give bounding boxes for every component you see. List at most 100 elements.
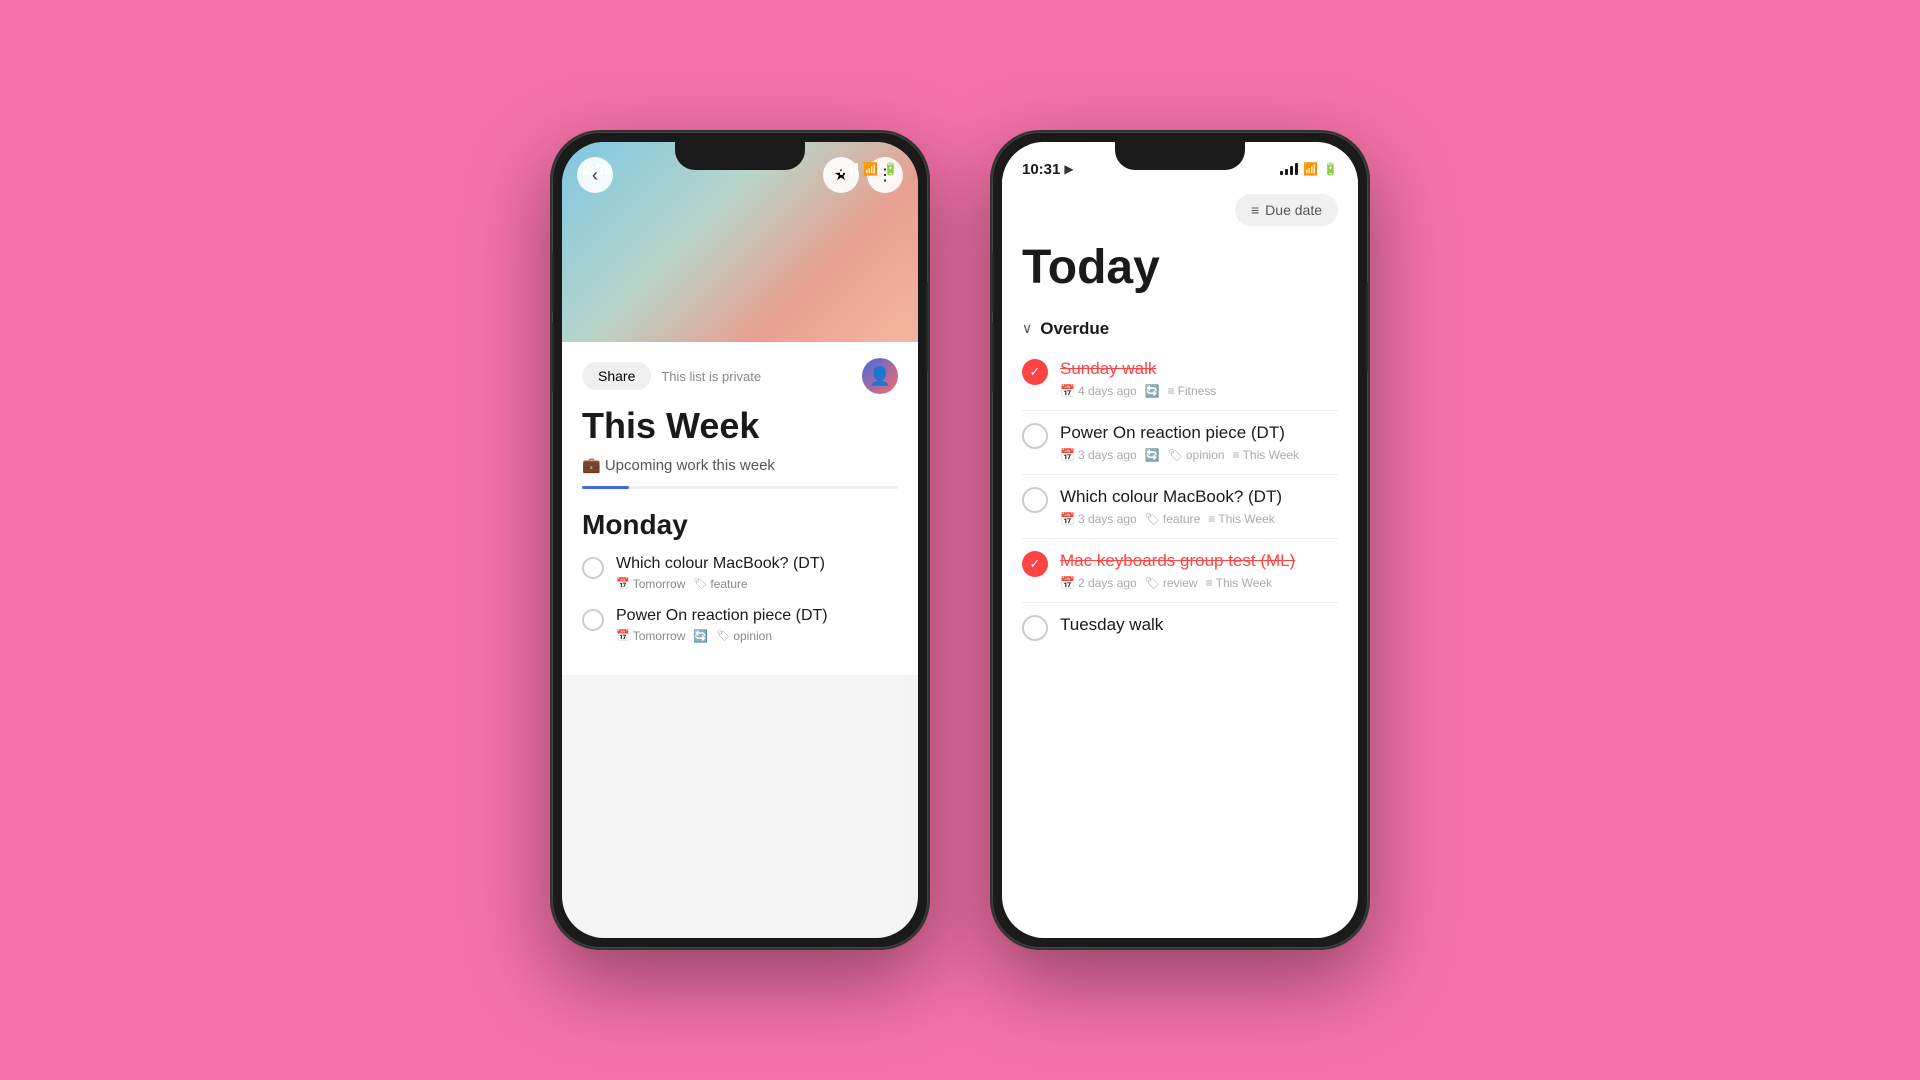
tag-icon-t2: 🏷 [1168, 448, 1183, 462]
task-checkbox-empty-5[interactable] [1022, 615, 1048, 641]
power-button [926, 282, 930, 372]
task-checkbox-empty-3[interactable] [1022, 487, 1048, 513]
today-task-meta-4: 📅 2 days ago 🏷 review ≡ This Week [1060, 576, 1295, 590]
today-list-2: ≡ This Week [1233, 448, 1299, 462]
today-task-name-1: Sunday walk [1060, 359, 1216, 379]
volume-down-button [550, 322, 554, 392]
today-task-info-2: Power On reaction piece (DT) 📅 3 days ag… [1060, 423, 1299, 462]
today-date-2: 📅 3 days ago [1060, 448, 1137, 462]
cal-icon-t4: 📅 [1060, 576, 1075, 590]
task-checkbox-complete-4[interactable]: ✓ [1022, 551, 1048, 577]
volume-down-button-2 [990, 322, 994, 392]
today-task-info-4: Mac keyboards group test (ML) 📅 2 days a… [1060, 551, 1295, 590]
divider-2 [1022, 474, 1338, 475]
today-tag-2: 🏷 opinion [1168, 448, 1225, 462]
signal-icon-2 [1280, 163, 1298, 175]
status-icons-2: 📶 🔋 [1280, 162, 1338, 176]
list-icon-t1: ≡ [1168, 384, 1175, 398]
today-date-4: 📅 2 days ago [1060, 576, 1137, 590]
due-date-filter-button[interactable]: ≡ Due date [1235, 194, 1338, 226]
cal-icon-t3: 📅 [1060, 512, 1075, 526]
overdue-section-header: ∨ Overdue [1002, 311, 1358, 351]
task-meta-1: 📅 Tomorrow 🏷 feature [616, 577, 825, 591]
today-task-name-2: Power On reaction piece (DT) [1060, 423, 1299, 443]
tag-icon-t4: 🏷 [1145, 576, 1160, 590]
today-task-1[interactable]: ✓ Sunday walk 📅 4 days ago 🔄 ≡ Fi [1002, 351, 1358, 406]
calendar-icon-1: 📅 [616, 577, 630, 590]
today-tag-4: 🏷 review [1145, 576, 1198, 590]
phone-2-screen: 10:31 ▶ 📶 🔋 ≡ Du [1002, 142, 1358, 938]
today-list-4: ≡ This Week [1206, 576, 1272, 590]
task-tag-2: 🏷 opinion [716, 629, 772, 643]
task-name-2: Power On reaction piece (DT) [616, 607, 828, 625]
wifi-icon: 📶 [863, 162, 878, 176]
wifi-icon-2: 📶 [1303, 162, 1318, 176]
task-item-1[interactable]: Which colour MacBook? (DT) 📅 Tomorrow 🏷 … [582, 555, 898, 591]
today-date-3: 📅 3 days ago [1060, 512, 1137, 526]
recurring-icon-t1: 🔄 [1145, 384, 1160, 398]
phone-2: 10:31 ▶ 📶 🔋 ≡ Du [990, 130, 1370, 950]
hero-image: 2:09 📶 🔋 ‹ [562, 142, 918, 342]
today-tag-1: ≡ Fitness [1168, 384, 1217, 398]
today-task-meta-3: 📅 3 days ago 🏷 feature ≡ This Week [1060, 512, 1282, 526]
status-time-group: 10:31 ▶ [1022, 161, 1074, 178]
private-label: This list is private [661, 369, 761, 384]
section-monday: Monday [582, 509, 898, 541]
status-time-2: 10:31 [1022, 161, 1060, 178]
phone2-header: ≡ Due date [1002, 186, 1358, 238]
recurring-icon-2: 🔄 [693, 629, 708, 643]
phone-2-frame: 10:31 ▶ 📶 🔋 ≡ Du [990, 130, 1370, 950]
cal-icon-t1: 📅 [1060, 384, 1075, 398]
chevron-down-icon: ∨ [1022, 320, 1032, 337]
today-date-1: 📅 4 days ago [1060, 384, 1137, 398]
divider-1 [1022, 410, 1338, 411]
list-icon-t4: ≡ [1206, 576, 1213, 590]
divider-4 [1022, 602, 1338, 603]
today-recurring-2: 🔄 [1145, 448, 1160, 462]
today-task-name-3: Which colour MacBook? (DT) [1060, 487, 1282, 507]
share-row: Share This list is private 👤 [582, 358, 898, 394]
today-task-3[interactable]: Which colour MacBook? (DT) 📅 3 days ago … [1002, 479, 1358, 534]
task-info-1: Which colour MacBook? (DT) 📅 Tomorrow 🏷 … [616, 555, 825, 591]
status-icons-1: 📶 🔋 [840, 162, 898, 176]
divider-3 [1022, 538, 1338, 539]
task-checkbox-complete-1[interactable]: ✓ [1022, 359, 1048, 385]
notch-1 [675, 142, 805, 170]
phone1-content: Share This list is private 👤 This Week 💼… [562, 342, 918, 675]
battery-icon: 🔋 [883, 162, 898, 176]
today-task-5[interactable]: Tuesday walk [1002, 607, 1358, 649]
task-tag-1: 🏷 feature [693, 577, 747, 591]
phone-1-screen: 2:09 📶 🔋 ‹ [562, 142, 918, 938]
list-icon-t2: ≡ [1233, 448, 1240, 462]
page-title-today: Today [1002, 238, 1358, 311]
tag-icon-1: 🏷 [693, 577, 707, 590]
today-task-4[interactable]: ✓ Mac keyboards group test (ML) 📅 2 days… [1002, 543, 1358, 598]
tag-icon-2: 🏷 [716, 629, 730, 642]
today-task-meta-1: 📅 4 days ago 🔄 ≡ Fitness [1060, 384, 1216, 398]
notch-2 [1115, 142, 1245, 170]
recurring-icon-t2: 🔄 [1145, 448, 1160, 462]
phone-1: 2:09 📶 🔋 ‹ [550, 130, 930, 950]
signal-icon [840, 163, 858, 175]
list-icon-t3: ≡ [1208, 512, 1215, 526]
today-recurring-1: 🔄 [1145, 384, 1160, 398]
task-item-2[interactable]: Power On reaction piece (DT) 📅 Tomorrow … [582, 607, 898, 643]
today-task-2[interactable]: Power On reaction piece (DT) 📅 3 days ag… [1002, 415, 1358, 470]
today-list-3: ≡ This Week [1208, 512, 1274, 526]
due-date-label: Due date [1265, 202, 1322, 218]
location-arrow-icon: ▶ [1064, 162, 1073, 176]
task-date-2: 📅 Tomorrow [616, 629, 685, 643]
status-time-1: 2:09 [582, 161, 612, 178]
share-button[interactable]: Share [582, 362, 651, 390]
today-task-name-4: Mac keyboards group test (ML) [1060, 551, 1295, 571]
calendar-icon-2: 📅 [616, 629, 630, 642]
volume-up-button [550, 252, 554, 312]
task-checkbox-2[interactable] [582, 609, 604, 631]
task-checkbox-1[interactable] [582, 557, 604, 579]
phone-1-frame: 2:09 📶 🔋 ‹ [550, 130, 930, 950]
overdue-title: Overdue [1040, 319, 1109, 339]
today-task-meta-2: 📅 3 days ago 🔄 🏷 opinion ≡ This Wee [1060, 448, 1299, 462]
today-task-info-3: Which colour MacBook? (DT) 📅 3 days ago … [1060, 487, 1282, 526]
power-button-2 [1366, 282, 1370, 372]
task-checkbox-empty-2[interactable] [1022, 423, 1048, 449]
